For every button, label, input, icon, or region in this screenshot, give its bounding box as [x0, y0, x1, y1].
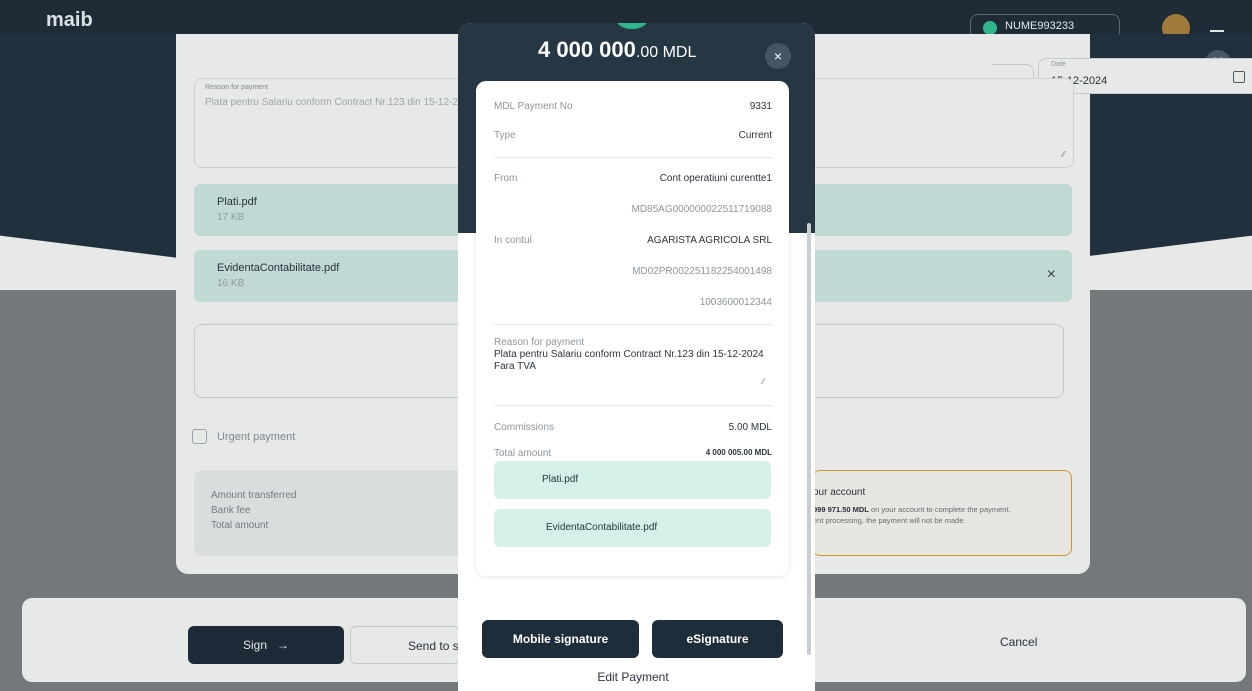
divider — [494, 157, 772, 158]
detail-label: In contul — [494, 235, 532, 246]
scrollbar[interactable] — [807, 223, 811, 655]
amount-main: 4 000 000 — [538, 37, 636, 62]
detail-value: MD02PR002251182254001498 — [632, 266, 772, 277]
payment-details-card: MDL Payment No 9331 Type Current From Co… — [476, 81, 789, 576]
divider — [494, 324, 772, 325]
detail-value: 5.00 MDL — [728, 422, 772, 433]
payment-confirmation-modal: 4 000 000.00 MDL × MDL Payment No 9331 T… — [458, 23, 815, 691]
commissions-row: Commissions 5.00 MDL — [494, 422, 772, 438]
detail-value: Current — [738, 130, 772, 141]
account-chip-label: NUME993233 — [1005, 20, 1075, 32]
from-account-row: From Cont operatiuni curentte1 — [494, 173, 772, 189]
close-icon[interactable]: × — [765, 43, 791, 69]
amount-decimal: .00 MDL — [635, 44, 697, 61]
detail-label: MDL Payment No — [494, 101, 573, 112]
detail-label: Commissions — [494, 422, 555, 433]
menu-icon[interactable] — [1210, 30, 1224, 32]
mobile-signature-button[interactable]: Mobile signature — [482, 620, 639, 658]
account-status-icon — [983, 21, 997, 35]
attachment-item[interactable]: EvidentaContabilitate.pdf — [494, 509, 771, 547]
resize-grip-icon[interactable]: ⁄⁄ — [762, 377, 765, 386]
detail-value: 1003600012344 — [699, 297, 772, 308]
to-iban-row: MD02PR002251182254001498 — [494, 266, 772, 282]
payment-amount: 4 000 000.00 MDL — [538, 37, 696, 63]
edit-payment-link[interactable]: Edit Payment — [458, 670, 808, 684]
from-iban-row: MD85AG000000022511719088 — [494, 204, 773, 220]
detail-value: 4 000 005.00 MDL — [705, 448, 772, 457]
to-account-row: In contul AGARISTA AGRICOLA SRL — [494, 235, 772, 251]
detail-label: Type — [494, 130, 516, 141]
detail-label: Total amount — [494, 448, 552, 459]
esignature-button[interactable]: eSignature — [652, 620, 783, 658]
detail-value: Cont operatiuni curentte1 — [659, 173, 772, 184]
payment-number-row: MDL Payment No 9331 — [494, 101, 772, 117]
attachment-item[interactable]: Plati.pdf — [494, 461, 771, 499]
detail-value: MD85AG000000022511719088 — [631, 204, 773, 215]
bank-logo[interactable]: maib — [46, 10, 93, 30]
payment-type-row: Type Current — [494, 130, 772, 146]
to-code-row: 1003600012344 — [494, 297, 772, 313]
detail-value: AGARISTA AGRICOLA SRL — [647, 235, 772, 246]
reason-label: Reason for payment — [494, 337, 585, 348]
detail-value: 9331 — [749, 101, 772, 112]
reason-text: Plata pentru Salariu conform Contract Nr… — [494, 349, 764, 372]
detail-label: From — [494, 173, 518, 184]
divider — [494, 405, 772, 406]
